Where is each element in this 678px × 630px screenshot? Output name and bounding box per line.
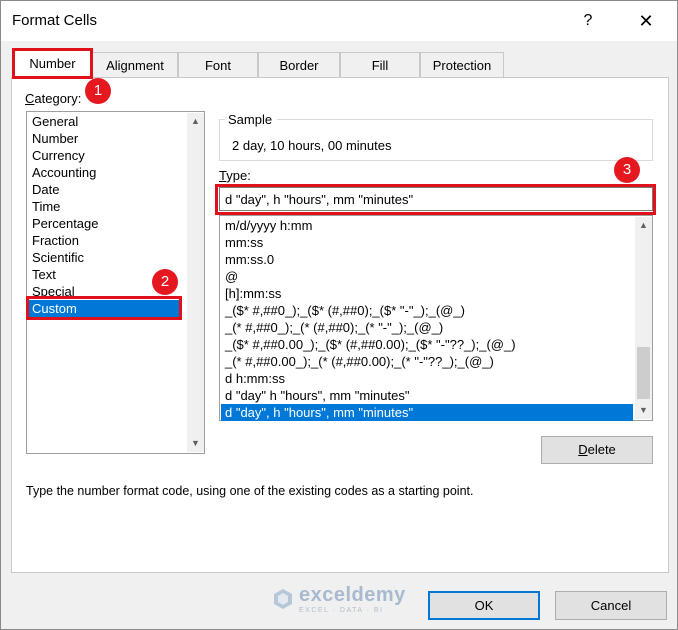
title-bar: Format Cells ? ✕ xyxy=(1,1,677,41)
annotation-badge-3: 3 xyxy=(614,157,640,183)
scroll-thumb[interactable] xyxy=(637,347,650,399)
exceldemy-watermark: exceldemy EXCEL · DATA · BI xyxy=(271,584,406,614)
delete-button[interactable]: Delete xyxy=(541,436,653,464)
scroll-down-icon[interactable]: ▼ xyxy=(187,435,204,452)
format-item[interactable]: @ xyxy=(221,268,633,285)
cancel-button[interactable]: Cancel xyxy=(555,591,667,620)
format-item[interactable]: m/d/yyyy h:mm xyxy=(221,217,633,234)
ok-button[interactable]: OK xyxy=(428,591,540,620)
annotation-box-custom xyxy=(26,296,182,320)
tab-protection[interactable]: Protection xyxy=(420,52,504,78)
scroll-up-icon[interactable]: ▲ xyxy=(187,113,204,130)
format-item[interactable]: _(* #,##0.00_);_(* (#,##0.00);_(* "-"??_… xyxy=(221,353,633,370)
format-item[interactable]: d h:mm:ss xyxy=(221,370,633,387)
annotation-box-type xyxy=(215,184,656,215)
type-label: Type: xyxy=(219,168,251,183)
category-scrollbar[interactable]: ▲ ▼ xyxy=(187,113,204,452)
format-cells-dialog: Format Cells ? ✕ Number Alignment Font B… xyxy=(0,0,678,630)
format-list-scrollbar[interactable]: ▲ ▼ xyxy=(635,217,652,419)
exceldemy-logo-icon xyxy=(274,589,292,609)
category-item-general[interactable]: General xyxy=(28,113,187,130)
watermark-name: exceldemy xyxy=(299,584,406,606)
category-item-scientific[interactable]: Scientific xyxy=(28,249,187,266)
category-item-percentage[interactable]: Percentage xyxy=(28,215,187,232)
tab-alignment[interactable]: Alignment xyxy=(92,52,178,78)
hint-text: Type the number format code, using one o… xyxy=(26,484,474,498)
scroll-up-icon[interactable]: ▲ xyxy=(635,217,652,234)
tab-font[interactable]: Font xyxy=(178,52,258,78)
category-label: Category: xyxy=(25,91,82,106)
format-item[interactable]: _(* #,##0_);_(* (#,##0);_(* "-"_);_(@_) xyxy=(221,319,633,336)
tab-border[interactable]: Border xyxy=(258,52,340,78)
tab-fill[interactable]: Fill xyxy=(340,52,420,78)
category-item-number[interactable]: Number xyxy=(28,130,187,147)
format-item[interactable]: d "day" h "hours", mm "minutes" xyxy=(221,387,633,404)
annotation-badge-2: 2 xyxy=(152,269,178,295)
format-item[interactable]: _($* #,##0_);_($* (#,##0);_($* "-"_);_(@… xyxy=(221,302,633,319)
annotation-badge-1: 1 xyxy=(85,78,111,104)
annotation-box-number-tab xyxy=(12,48,93,79)
help-button[interactable]: ? xyxy=(573,7,603,35)
dialog-title: Format Cells xyxy=(12,12,98,29)
category-item-date[interactable]: Date xyxy=(28,181,187,198)
category-item-currency[interactable]: Currency xyxy=(28,147,187,164)
watermark-tagline: EXCEL · DATA · BI xyxy=(299,607,384,614)
sample-group-border-left xyxy=(219,119,220,161)
scroll-down-icon[interactable]: ▼ xyxy=(635,402,652,419)
category-item-time[interactable]: Time xyxy=(28,198,187,215)
format-code-list[interactable]: m/d/yyyy h:mm mm:ss mm:ss.0 @ [h]:mm:ss … xyxy=(219,215,653,421)
close-button[interactable]: ✕ xyxy=(629,7,663,35)
format-item[interactable]: mm:ss xyxy=(221,234,633,251)
format-item[interactable]: _($* #,##0.00_);_($* (#,##0.00);_($* "-"… xyxy=(221,336,633,353)
category-list[interactable]: General Number Currency Accounting Date … xyxy=(26,111,205,454)
category-item-fraction[interactable]: Fraction xyxy=(28,232,187,249)
format-item[interactable]: mm:ss.0 xyxy=(221,251,633,268)
format-item-selected[interactable]: d "day", h "hours", mm "minutes" xyxy=(221,404,633,421)
format-item[interactable]: [h]:mm:ss xyxy=(221,285,633,302)
category-item-accounting[interactable]: Accounting xyxy=(28,164,187,181)
sample-value: 2 day, 10 hours, 00 minutes xyxy=(232,138,392,153)
